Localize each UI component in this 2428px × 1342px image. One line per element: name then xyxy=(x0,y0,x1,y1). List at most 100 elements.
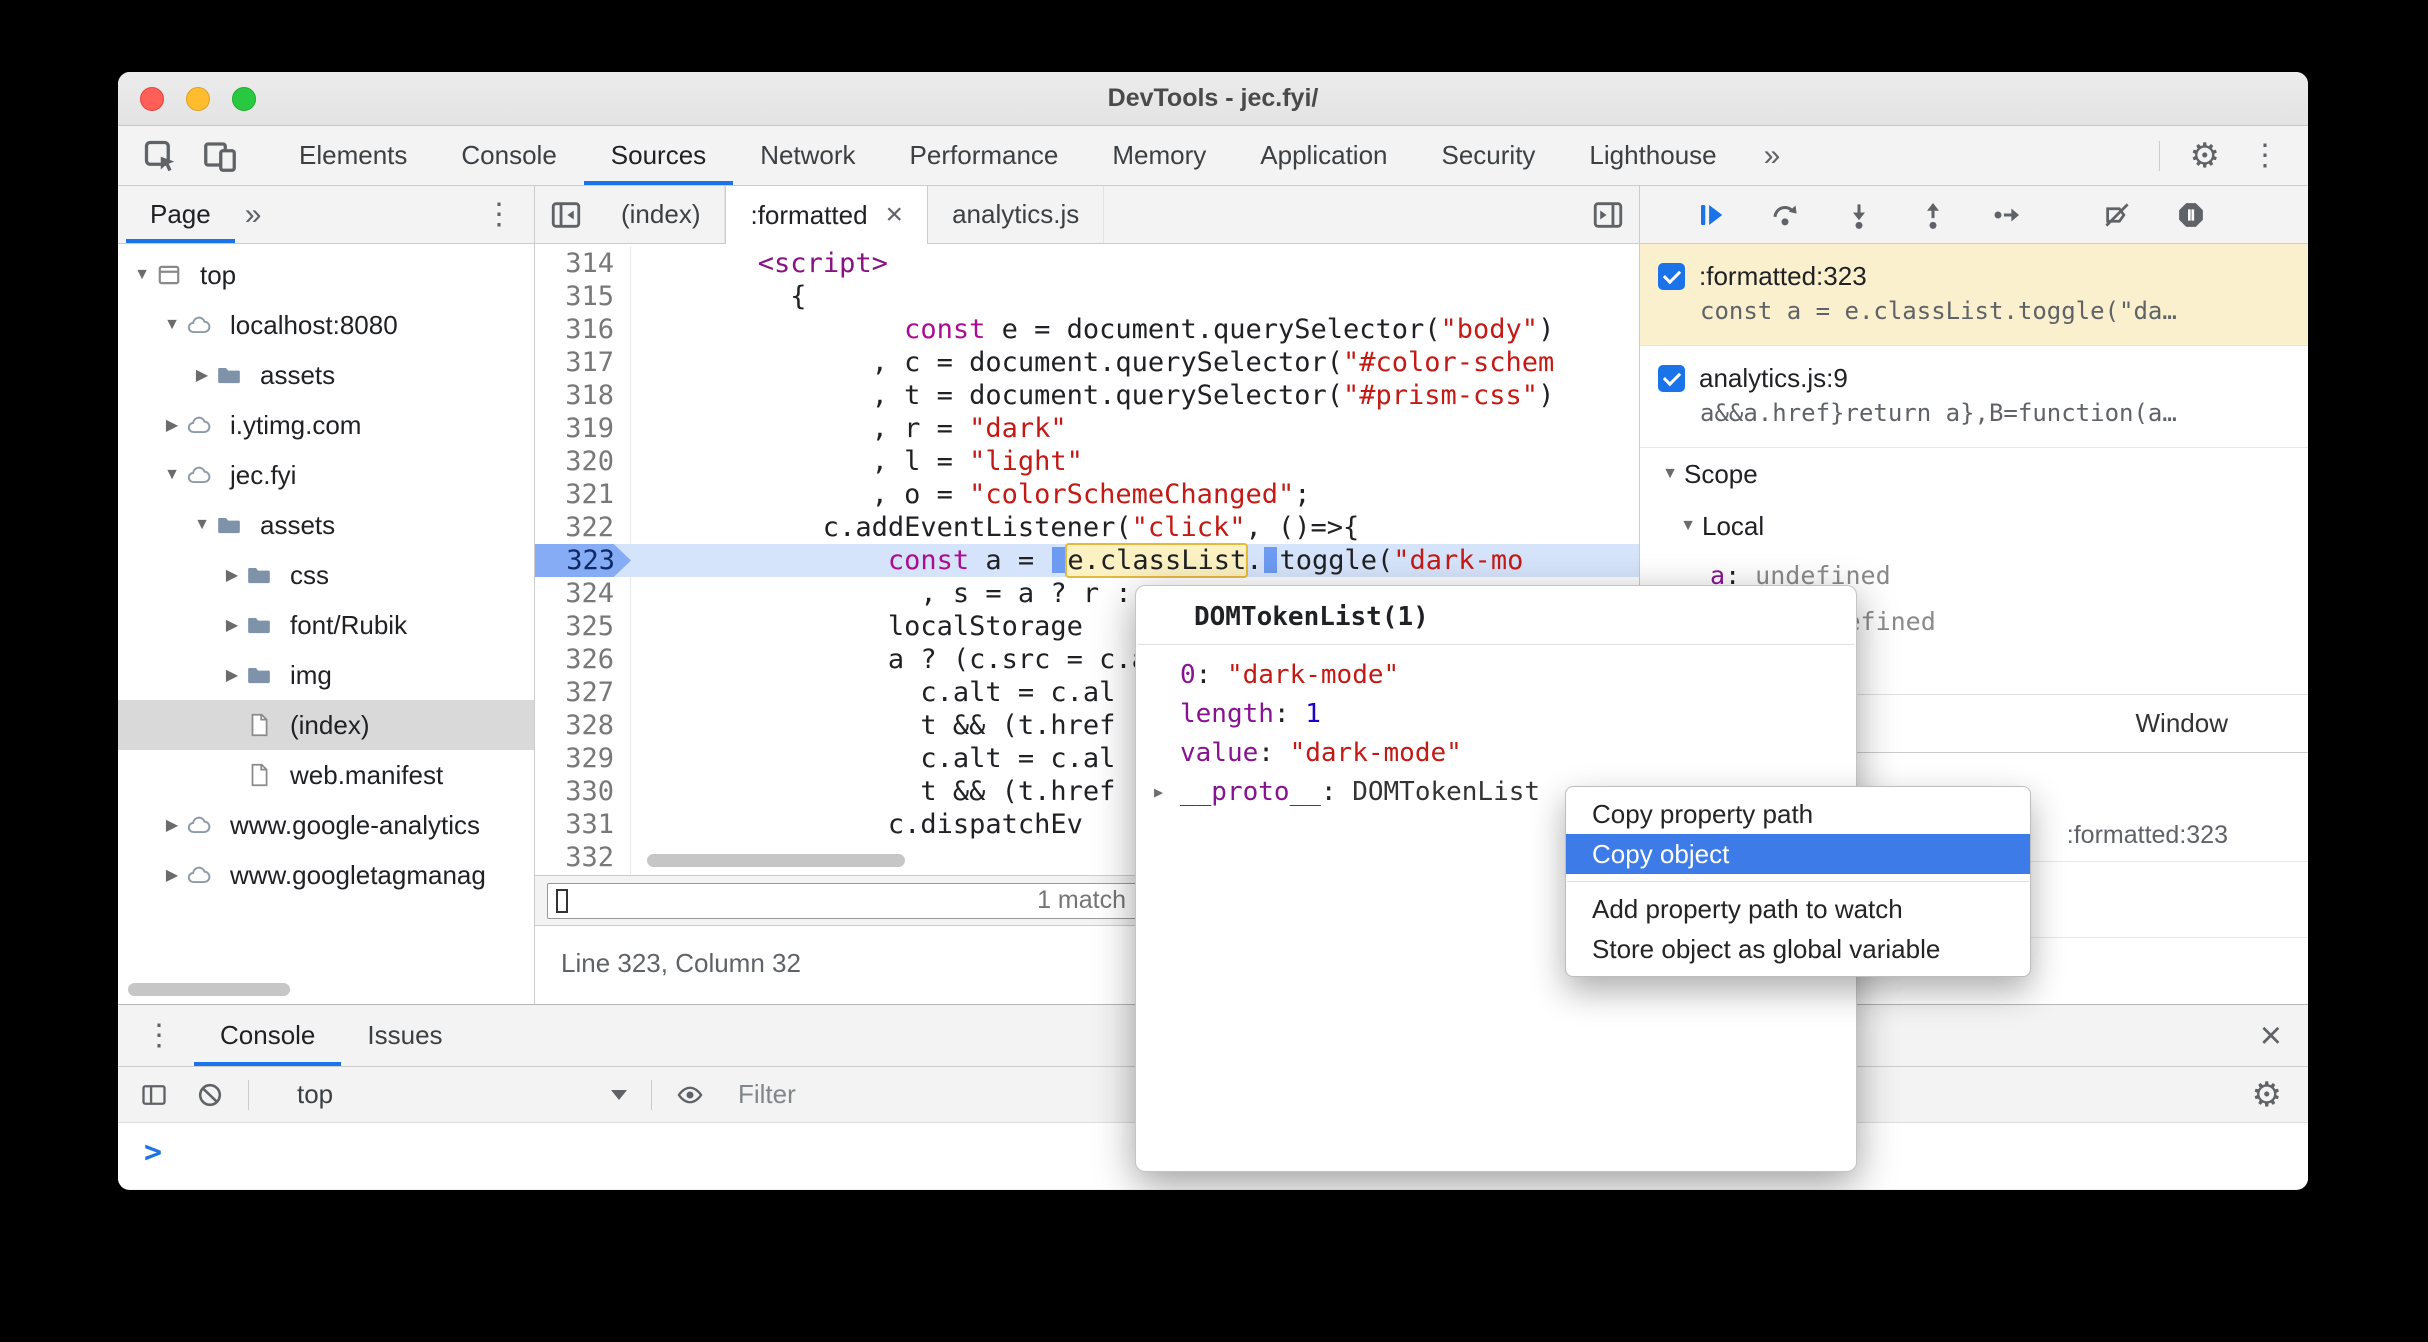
editor-tab--index-[interactable]: (index) xyxy=(597,186,726,243)
breakpoint-entry[interactable]: :formatted:323 const a = e.classList.togg… xyxy=(1640,244,2308,346)
menu-item-copy-object[interactable]: Copy object xyxy=(1566,834,2030,874)
toolbar-tab-console[interactable]: Console xyxy=(434,126,583,185)
sidebar-horizontal-scrollbar[interactable] xyxy=(128,983,290,996)
toolbar-tab-application[interactable]: Application xyxy=(1233,126,1414,185)
chevron-down-icon[interactable]: ▼ xyxy=(128,266,156,284)
line-number[interactable]: 330 xyxy=(535,775,631,808)
tree-item-www-googletagmanag[interactable]: ▶ www.googletagmanag xyxy=(118,850,534,900)
step-button[interactable] xyxy=(1992,200,2022,230)
more-panels-chevron-icon[interactable]: » xyxy=(1744,126,1801,185)
line-number[interactable]: 327 xyxy=(535,676,631,709)
object-property-row[interactable]: value: "dark-mode" xyxy=(1136,733,1856,772)
drawer-tab-issues[interactable]: Issues xyxy=(341,1005,468,1066)
toolbar-tab-memory[interactable]: Memory xyxy=(1085,126,1233,185)
breakpoint-entry[interactable]: analytics.js:9 a&&a.href}return a},B=func… xyxy=(1640,346,2308,448)
expand-debugger-sidebar-icon[interactable] xyxy=(1591,198,1625,232)
line-number[interactable]: 329 xyxy=(535,742,631,775)
line-number[interactable]: 320 xyxy=(535,445,631,478)
console-settings-gear-icon[interactable]: ⚙ xyxy=(2252,1078,2282,1112)
menu-item-copy-property-path[interactable]: Copy property path xyxy=(1566,794,2030,834)
scope-section-header[interactable]: ▼ Scope xyxy=(1640,448,2308,500)
line-number[interactable]: 331 xyxy=(535,808,631,841)
step-out-button[interactable] xyxy=(1918,200,1948,230)
line-number[interactable]: 324 xyxy=(535,577,631,610)
deactivate-breakpoints-button[interactable] xyxy=(2102,200,2132,230)
tree-item-css[interactable]: ▶ css xyxy=(118,550,534,600)
scope-local-header[interactable]: ▼ Local xyxy=(1640,500,2308,552)
line-number[interactable]: 319 xyxy=(535,412,631,445)
object-property-row[interactable]: 0: "dark-mode" xyxy=(1136,655,1856,694)
tree-item-web-manifest[interactable]: web.manifest xyxy=(118,750,534,800)
line-number[interactable]: 326 xyxy=(535,643,631,676)
line-number[interactable]: 316 xyxy=(535,313,631,346)
line-number[interactable]: 317 xyxy=(535,346,631,379)
chevron-right-icon[interactable]: ▶ xyxy=(218,665,246,685)
pause-on-exceptions-button[interactable] xyxy=(2176,200,2206,230)
tree-item-assets[interactable]: ▼ assets xyxy=(118,500,534,550)
line-number[interactable]: 318 xyxy=(535,379,631,412)
line-number[interactable]: 321 xyxy=(535,478,631,511)
more-navigator-tabs-chevron-icon[interactable]: » xyxy=(235,198,272,232)
breakpoint-checkbox[interactable] xyxy=(1658,364,1685,392)
settings-gear-icon[interactable]: ⚙ xyxy=(2190,139,2220,173)
tree-item-localhost-8080[interactable]: ▼ localhost:8080 xyxy=(118,300,534,350)
menu-item-add-property-path-to-watch[interactable]: Add property path to watch xyxy=(1566,889,2030,929)
tree-item-i-ytimg-com[interactable]: ▶ i.ytimg.com xyxy=(118,400,534,450)
editor-tab-analytics-js[interactable]: analytics.js xyxy=(928,186,1105,243)
console-sidebar-icon[interactable] xyxy=(140,1081,168,1109)
line-number[interactable]: 322 xyxy=(535,511,631,544)
tab-page[interactable]: Page xyxy=(126,186,235,243)
toolbar-tab-performance[interactable]: Performance xyxy=(883,126,1086,185)
chevron-right-icon[interactable]: ▶ xyxy=(158,815,186,835)
line-number[interactable]: 314 xyxy=(535,247,631,280)
resume-script-button[interactable] xyxy=(1696,200,1726,230)
line-number[interactable]: 332 xyxy=(535,841,631,874)
tree-item-assets[interactable]: ▶ assets xyxy=(118,350,534,400)
inspect-element-icon[interactable] xyxy=(142,138,178,174)
breakpoint-checkbox[interactable] xyxy=(1658,262,1685,290)
toolbar-tab-sources[interactable]: Sources xyxy=(584,126,733,185)
tree-item-top[interactable]: ▼ top xyxy=(118,250,534,300)
close-window-button[interactable] xyxy=(140,87,164,111)
close-drawer-icon[interactable]: × xyxy=(2260,1017,2282,1055)
chevron-down-icon[interactable]: ▼ xyxy=(158,316,186,334)
toolbar-tab-elements[interactable]: Elements xyxy=(272,126,434,185)
drawer-menu-kebab-icon[interactable]: ⋮ xyxy=(144,1020,174,1051)
chevron-right-icon[interactable]: ▶ xyxy=(218,565,246,585)
zoom-window-button[interactable] xyxy=(232,87,256,111)
editor-tab--formatted[interactable]: :formatted × xyxy=(725,186,929,244)
tree-item-jec-fyi[interactable]: ▼ jec.fyi xyxy=(118,450,534,500)
device-toolbar-icon[interactable] xyxy=(202,138,238,174)
step-into-button[interactable] xyxy=(1844,200,1874,230)
line-number[interactable]: 315 xyxy=(535,280,631,313)
main-menu-kebab-icon[interactable]: ⋮ xyxy=(2250,140,2280,171)
object-property-row[interactable]: length: 1 xyxy=(1136,694,1856,733)
chevron-down-icon[interactable]: ▼ xyxy=(188,516,216,534)
chevron-right-icon[interactable]: ▶ xyxy=(158,415,186,435)
object-popover-title[interactable]: DOMTokenList(1) xyxy=(1136,586,1856,644)
tree-item-font-rubik[interactable]: ▶ font/Rubik xyxy=(118,600,534,650)
execution-context-select[interactable]: top xyxy=(297,1079,627,1110)
chevron-right-icon[interactable]: ▶ xyxy=(188,365,216,385)
toolbar-tab-network[interactable]: Network xyxy=(733,126,882,185)
tree-item-www-google-analytics[interactable]: ▶ www.google-analytics xyxy=(118,800,534,850)
step-over-button[interactable] xyxy=(1770,200,1800,230)
editor-horizontal-scrollbar[interactable] xyxy=(647,854,905,867)
tree-item--index-[interactable]: (index) xyxy=(118,700,534,750)
chevron-right-icon[interactable]: ▶ xyxy=(158,865,186,885)
search-input[interactable]: 1 match xyxy=(547,882,1139,919)
drawer-tab-console[interactable]: Console xyxy=(194,1005,341,1066)
chevron-down-icon[interactable]: ▼ xyxy=(158,466,186,484)
toolbar-tab-lighthouse[interactable]: Lighthouse xyxy=(1562,126,1743,185)
execution-line-number[interactable]: 323 xyxy=(535,544,631,577)
toolbar-tab-security[interactable]: Security xyxy=(1415,126,1563,185)
minimize-window-button[interactable] xyxy=(186,87,210,111)
close-tab-icon[interactable]: × xyxy=(886,200,904,230)
line-number[interactable]: 325 xyxy=(535,610,631,643)
tree-item-img[interactable]: ▶ img xyxy=(118,650,534,700)
collapse-navigator-icon[interactable] xyxy=(549,198,583,232)
chevron-right-icon[interactable]: ▶ xyxy=(218,615,246,635)
chevron-right-icon[interactable]: ▶ xyxy=(1154,783,1180,801)
clear-console-icon[interactable] xyxy=(196,1081,224,1109)
eye-icon[interactable] xyxy=(676,1081,704,1109)
